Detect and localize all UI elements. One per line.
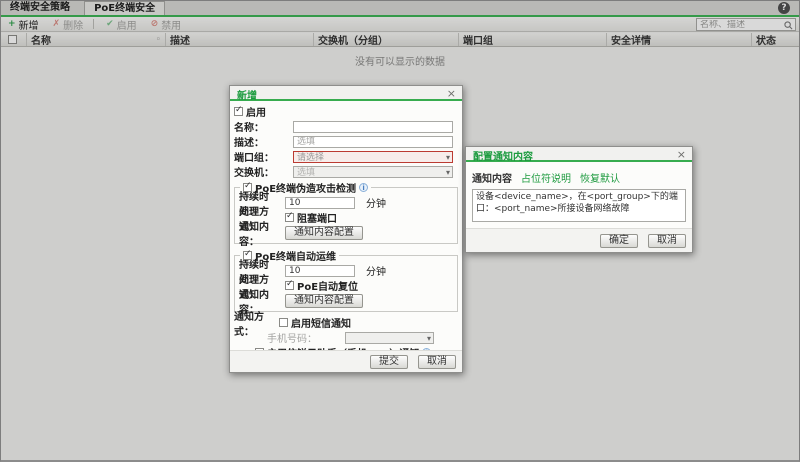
submit-button[interactable]: 提交 — [370, 355, 408, 369]
cancel-button[interactable]: 取消 — [648, 234, 686, 248]
name-row: 名称： — [234, 120, 458, 133]
add-dialog: 新增 × 启用 名称： 描述： 端口组： 请选择 ▾ — [229, 85, 463, 373]
name-label: 名称： — [234, 119, 293, 134]
auto-ops-checkbox[interactable] — [243, 251, 252, 260]
sms-notify-checkbox[interactable] — [279, 318, 288, 327]
portgroup-row: 端口组： 请选择 ▾ — [234, 150, 458, 163]
forgery-detection-section: PoE终端伪造攻击检测 i 持续时间： 分钟 处理方式： 阻塞端口 通知内容： … — [234, 180, 458, 244]
close-icon[interactable]: × — [447, 86, 456, 101]
dialog-titlebar: 新增 × — [230, 86, 462, 101]
poe-auto-reset-checkbox[interactable] — [285, 281, 294, 290]
duration-input[interactable] — [285, 197, 355, 209]
dialog-title: 新增 — [237, 91, 257, 102]
chevron-down-icon: ▾ — [427, 333, 431, 344]
dialog-title: 配置通知内容 — [473, 152, 533, 163]
portgroup-select-value: 请选择 — [297, 153, 324, 163]
switch-select[interactable]: 选填 ▾ — [293, 166, 453, 178]
portgroup-label: 端口组： — [234, 149, 293, 164]
dialog-body: 通知内容 占位符说明 恢复默认 设备<device_name>，在<port_g… — [466, 162, 692, 225]
portgroup-select[interactable]: 请选择 ▾ — [293, 151, 453, 163]
notify-content-label: 通知内容 — [472, 170, 512, 185]
sms-notify-label: 启用短信通知 — [291, 315, 351, 330]
forgery-detection-checkbox[interactable] — [243, 183, 252, 192]
duration-unit: 分钟 — [366, 195, 386, 210]
name-input[interactable] — [293, 121, 453, 133]
switch-label: 交换机： — [234, 164, 293, 179]
notify-content-row: 通知内容： 通知内容配置 — [237, 226, 457, 239]
app-window: 终端安全策略 PoE终端安全 ? + 新增 ✗ 删除 ✔ 启用 ⊘ 禁用 — [0, 0, 800, 462]
cancel-button[interactable]: 取消 — [418, 355, 456, 369]
duration-input[interactable] — [285, 265, 355, 277]
poe-auto-reset-label: PoE自动复位 — [297, 278, 358, 293]
block-port-label: 阻塞端口 — [297, 210, 337, 225]
phone-label: 手机号码： — [267, 330, 345, 345]
sms-notify-row: 通知方式： 启用短信通知 — [234, 316, 458, 329]
chevron-down-icon: ▾ — [446, 152, 450, 163]
notify-content-label: 通知内容： — [237, 218, 285, 248]
info-icon[interactable]: i — [359, 183, 368, 192]
notify-content-row: 通知内容： 通知内容配置 — [237, 294, 457, 307]
notify-content-config-button[interactable]: 通知内容配置 — [285, 294, 363, 308]
phone-row: 手机号码： ▾ — [234, 331, 458, 344]
notify-content-config-button[interactable]: 通知内容配置 — [285, 226, 363, 240]
chevron-down-icon: ▾ — [446, 167, 450, 178]
notify-content-dialog: 配置通知内容 × 通知内容 占位符说明 恢复默认 设备<device_name>… — [465, 146, 693, 253]
description-row: 描述： — [234, 135, 458, 148]
restore-default-link[interactable]: 恢复默认 — [580, 170, 620, 185]
dialog-body: 启用 名称： 描述： 端口组： 请选择 ▾ 交换机： 选填 — [230, 101, 462, 359]
enable-checkbox[interactable] — [234, 107, 243, 116]
notify-content-textarea[interactable]: 设备<device_name>，在<port_group>下的端口：<port_… — [472, 189, 686, 222]
description-label: 描述： — [234, 134, 293, 149]
switch-row: 交换机： 选填 ▾ — [234, 165, 458, 178]
auto-ops-section: PoE终端自动运维 持续时间： 分钟 处理方式： PoE自动复位 通知内容： 通… — [234, 248, 458, 312]
dialog-footer: 提交 取消 — [230, 350, 462, 372]
ok-button[interactable]: 确定 — [600, 234, 638, 248]
close-icon[interactable]: × — [677, 147, 686, 162]
dialog-titlebar: 配置通知内容 × — [466, 147, 692, 162]
placeholder-help-link[interactable]: 占位符说明 — [521, 170, 571, 185]
dialog-footer: 确定 取消 — [466, 228, 692, 252]
switch-select-value: 选填 — [297, 168, 315, 178]
block-port-checkbox[interactable] — [285, 213, 294, 222]
enable-label: 启用 — [246, 104, 266, 119]
enable-row: 启用 — [234, 105, 458, 118]
notify-content-toolbar: 通知内容 占位符说明 恢复默认 — [472, 170, 686, 185]
description-input[interactable] — [293, 136, 453, 148]
phone-select[interactable]: ▾ — [345, 332, 434, 344]
duration-unit: 分钟 — [366, 263, 386, 278]
